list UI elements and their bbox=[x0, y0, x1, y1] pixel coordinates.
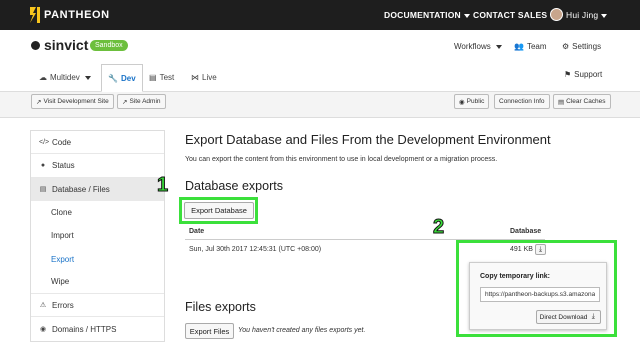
warning-icon: ⚠ bbox=[39, 302, 47, 310]
drupal-icon bbox=[31, 41, 40, 50]
tab-label: Live bbox=[202, 73, 217, 82]
sidebar-nav: </> Code ● Status ▤ Database / Files Clone … bbox=[30, 130, 165, 342]
clear-caches-label: Clear Caches bbox=[566, 98, 606, 105]
globe-icon: ◉ bbox=[459, 98, 465, 106]
top-nav-bar: PANTHEON DOCUMENTATION CONTACT SALES Hui… bbox=[0, 0, 640, 30]
export-date: Sun, Jul 30th 2017 12:45:31 (UTC +08:00) bbox=[189, 246, 322, 253]
callout-number: 2 bbox=[432, 216, 445, 239]
site-admin-button[interactable]: ↗ Site Admin bbox=[117, 94, 166, 109]
sidebar-item-status[interactable]: ● Status bbox=[31, 154, 164, 178]
external-link-icon: ↗ bbox=[122, 98, 128, 106]
team-label: Team bbox=[526, 42, 547, 51]
sidebar-item-wipe[interactable]: Wipe bbox=[31, 271, 164, 295]
chevron-down-icon bbox=[495, 44, 502, 49]
column-date: Date bbox=[189, 228, 205, 235]
database-exports-heading: Database exports bbox=[185, 179, 283, 193]
user-menu[interactable]: Hui Jing bbox=[566, 10, 608, 20]
site-admin-label: Site Admin bbox=[129, 98, 161, 105]
visit-site-button[interactable]: ↗ Visit Development Site bbox=[31, 94, 114, 109]
workflows-label: Workflows bbox=[454, 42, 491, 51]
files-exports-empty-note: You haven't created any files exports ye… bbox=[238, 327, 366, 334]
team-icon: 👥 bbox=[514, 42, 524, 51]
user-name: Hui Jing bbox=[566, 10, 599, 20]
code-icon: </> bbox=[39, 138, 50, 146]
database-icon: ▤ bbox=[39, 186, 47, 194]
tab-multidev[interactable]: ☁ Multidev bbox=[33, 64, 97, 91]
sidebar-item-database-files[interactable]: ▤ Database / Files bbox=[31, 177, 164, 201]
sidebar-item-import[interactable]: Import bbox=[31, 224, 164, 247]
flag-icon: ⚑ bbox=[564, 70, 572, 79]
documentation-label: DOCUMENTATION bbox=[384, 10, 461, 20]
sidebar-item-label: Code bbox=[52, 137, 72, 147]
workflows-menu[interactable]: Workflows bbox=[454, 42, 502, 51]
tab-live[interactable]: ⋈ Live bbox=[185, 64, 223, 91]
external-link-icon: ↗ bbox=[36, 98, 42, 106]
settings-label: Settings bbox=[572, 42, 602, 51]
settings-link[interactable]: ⚙ Settings bbox=[562, 42, 601, 51]
support-label: Support bbox=[574, 70, 603, 79]
page-description: You can export the content from this env… bbox=[185, 156, 498, 163]
callout-number: 1 bbox=[156, 174, 169, 197]
sidebar-item-export[interactable]: Export bbox=[31, 247, 164, 270]
files-exports-heading: Files exports bbox=[185, 300, 256, 314]
highlight-export-database bbox=[179, 197, 258, 224]
public-button[interactable]: ◉ Public bbox=[454, 94, 490, 109]
tab-label: Test bbox=[159, 73, 175, 82]
broadcast-icon: ⋈ bbox=[191, 73, 199, 82]
tab-label: Dev bbox=[120, 73, 136, 83]
avatar[interactable] bbox=[550, 8, 563, 21]
info-icon: ● bbox=[40, 161, 46, 169]
cloud-icon: ☁ bbox=[39, 73, 47, 82]
chevron-down-icon bbox=[601, 13, 608, 18]
clear-caches-button[interactable]: ▤ Clear Caches bbox=[553, 94, 611, 109]
column-database: Database bbox=[510, 228, 542, 235]
sidebar-item-code[interactable]: </> Code bbox=[31, 131, 164, 155]
documentation-menu[interactable]: DOCUMENTATION bbox=[384, 10, 470, 20]
chevron-down-icon bbox=[463, 13, 470, 18]
chevron-down-icon bbox=[84, 75, 91, 80]
sidebar-item-label: Status bbox=[52, 160, 75, 170]
public-label: Public bbox=[466, 98, 485, 105]
tab-test[interactable]: ▤ Test bbox=[143, 64, 180, 91]
sidebar-item-label: Errors bbox=[52, 300, 74, 310]
tab-dev[interactable]: 🔧 Dev bbox=[101, 64, 143, 92]
clear-icon: ▤ bbox=[558, 98, 565, 106]
tab-label: Multidev bbox=[50, 73, 80, 82]
bar-chart-icon: ▤ bbox=[149, 73, 157, 82]
sidebar-item-label: Domains / HTTPS bbox=[52, 324, 117, 334]
sidebar-item-domains[interactable]: ◉ Domains / HTTPS bbox=[31, 317, 164, 340]
page-title: Export Database and Files From the Devel… bbox=[185, 132, 551, 147]
visit-site-label: Visit Development Site bbox=[43, 98, 109, 105]
brand-name: PANTHEON bbox=[44, 9, 110, 21]
pantheon-logo-icon bbox=[30, 7, 40, 23]
highlight-download-popover bbox=[456, 240, 617, 337]
sidebar-item-label: Database / Files bbox=[52, 184, 110, 194]
site-name[interactable]: sinvict bbox=[44, 37, 88, 53]
support-link[interactable]: ⚑ Support bbox=[564, 70, 602, 79]
globe-icon: ◉ bbox=[39, 326, 47, 334]
team-link[interactable]: 👥 Team bbox=[514, 42, 547, 51]
sidebar-item-errors[interactable]: ⚠ Errors bbox=[31, 294, 164, 318]
gear-icon: ⚙ bbox=[562, 42, 570, 51]
connection-info-button[interactable]: Connection Info bbox=[494, 94, 550, 109]
pantheon-logo[interactable]: PANTHEON bbox=[30, 7, 110, 23]
sidebar-item-clone[interactable]: Clone bbox=[31, 201, 164, 224]
wrench-icon: 🔧 bbox=[108, 73, 118, 83]
plan-badge: Sandbox bbox=[90, 40, 128, 51]
contact-sales-link[interactable]: CONTACT SALES bbox=[473, 10, 547, 20]
exports-table-header: Date Database bbox=[185, 226, 545, 240]
export-files-button[interactable]: Export Files bbox=[185, 323, 234, 339]
